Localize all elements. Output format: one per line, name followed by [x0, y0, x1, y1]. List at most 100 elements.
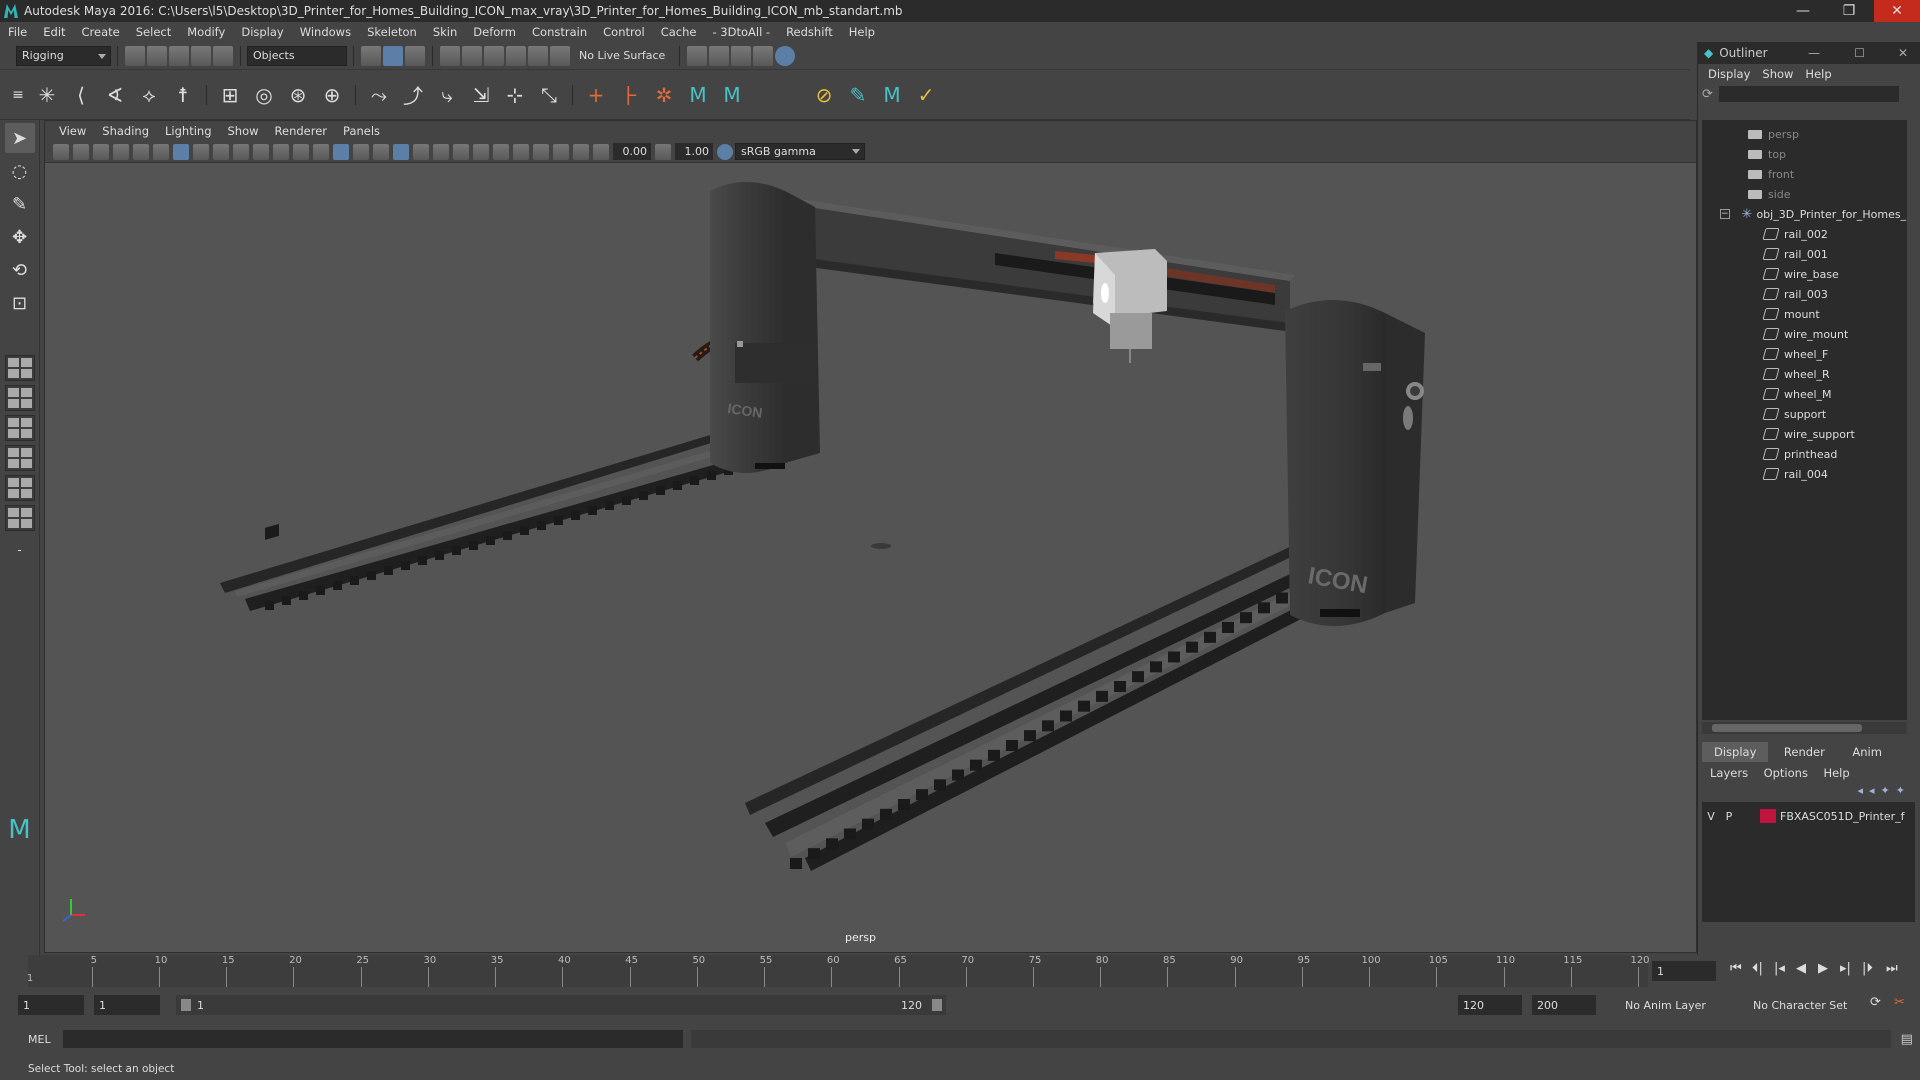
- menu-deform[interactable]: Deform: [465, 25, 524, 39]
- aim-constraint-icon[interactable]: ⤴: [400, 82, 426, 108]
- outliner-group-row[interactable]: − ✳ obj_3D_Printer_for_Homes_B: [1702, 204, 1907, 224]
- select-camera-icon[interactable]: [53, 143, 69, 160]
- camera-attributes-icon[interactable]: [73, 143, 89, 160]
- wireframe-on-shaded-icon[interactable]: [373, 143, 389, 160]
- default-material-icon[interactable]: [353, 143, 369, 160]
- outliner-item[interactable]: support: [1702, 404, 1907, 424]
- play-forward-icon[interactable]: ▶: [1818, 961, 1828, 976]
- menu-control[interactable]: Control: [595, 25, 653, 39]
- gamma-icon[interactable]: [655, 143, 671, 160]
- lasso-tool-icon[interactable]: ◌: [5, 156, 35, 186]
- layer-playback-toggle[interactable]: P: [1720, 810, 1738, 823]
- use-all-lights-icon[interactable]: [413, 143, 429, 160]
- outliner-camera-side[interactable]: side: [1702, 184, 1907, 204]
- layer-menu-layers[interactable]: Layers: [1704, 766, 1754, 780]
- range-start-handle[interactable]: [181, 999, 191, 1011]
- time-slider-ruler[interactable]: 5 10 15 20 25 30 35 40 45 50 55 60 65 70 75 80 85 90 95 100…: [28, 955, 1650, 987]
- viewport-panel[interactable]: View Shading Lighting Show Renderer Pane…: [44, 120, 1697, 953]
- layer-visibility-toggle[interactable]: V: [1702, 810, 1720, 823]
- menu-help[interactable]: Help: [841, 25, 883, 39]
- vp-menu-show[interactable]: Show: [220, 124, 267, 138]
- cluster-icon[interactable]: ⊕: [319, 82, 345, 108]
- grid-icon[interactable]: [173, 143, 189, 160]
- screen-space-ao-icon[interactable]: [453, 143, 469, 160]
- script-editor-icon[interactable]: ▤: [1901, 1032, 1913, 1047]
- save-scene-icon[interactable]: [169, 45, 189, 66]
- select-by-component-icon[interactable]: [405, 45, 425, 66]
- playback-start-field[interactable]: 1: [94, 995, 160, 1015]
- outliner-item[interactable]: wheel_M: [1702, 384, 1907, 404]
- select-tool-icon[interactable]: ➤: [4, 123, 35, 153]
- persp-graph-layout-icon[interactable]: [4, 445, 35, 471]
- snap-grid-icon[interactable]: [440, 45, 460, 66]
- outliner-tree[interactable]: persp top front side − ✳ obj_3D_Printer_…: [1702, 120, 1907, 720]
- anti-aliasing-icon[interactable]: [493, 143, 509, 160]
- go-to-start-icon[interactable]: ⏮: [1730, 961, 1742, 976]
- xray-joints-icon[interactable]: [553, 143, 569, 160]
- xray-icon[interactable]: [393, 143, 409, 160]
- outliner-item[interactable]: rail_002: [1702, 224, 1907, 244]
- exposure-icon[interactable]: [593, 143, 609, 160]
- step-back-frame-icon[interactable]: |◂: [1774, 961, 1785, 976]
- color-management-icon[interactable]: [717, 143, 733, 160]
- check-icon[interactable]: ✓: [913, 82, 939, 108]
- film-gate-icon[interactable]: [193, 143, 209, 160]
- menu-redshift[interactable]: Redshift: [778, 25, 841, 39]
- select-by-object-type-icon[interactable]: [383, 45, 403, 66]
- layer-color-swatch[interactable]: [1760, 809, 1776, 823]
- vp-menu-panels[interactable]: Panels: [335, 124, 388, 138]
- scene-3d-view[interactable]: ICON ICON: [45, 163, 1696, 952]
- rig-tool-c-icon[interactable]: M: [879, 82, 905, 108]
- menu-select[interactable]: Select: [128, 25, 179, 39]
- menu-create[interactable]: Create: [74, 25, 128, 39]
- collapse-toggle[interactable]: −: [1720, 209, 1730, 219]
- uv-editor-layout-icon[interactable]: [4, 505, 35, 531]
- cluster-handle-icon[interactable]: ⺊: [617, 82, 643, 108]
- render-view-icon[interactable]: [687, 45, 708, 66]
- scale-tool-icon[interactable]: ⊡: [5, 288, 35, 318]
- snap-curve-icon[interactable]: [462, 45, 482, 66]
- wireframe-icon[interactable]: [313, 143, 329, 160]
- menu-skeleton[interactable]: Skeleton: [359, 25, 425, 39]
- close-button[interactable]: ✕: [1874, 0, 1920, 22]
- ipr-render-icon[interactable]: [731, 45, 752, 66]
- exposure-field[interactable]: 0.00: [613, 143, 651, 160]
- create-joints-icon[interactable]: ✳: [34, 82, 60, 108]
- four-view-layout-icon[interactable]: [4, 385, 35, 411]
- hypershade-icon[interactable]: [775, 45, 796, 66]
- outliner-item[interactable]: wire_base: [1702, 264, 1907, 284]
- menu-cache[interactable]: Cache: [653, 25, 705, 39]
- bookmark-icon[interactable]: [93, 143, 109, 160]
- outliner-item[interactable]: rail_001: [1702, 244, 1907, 264]
- outliner-camera-top[interactable]: top: [1702, 144, 1907, 164]
- make-live-icon[interactable]: [550, 45, 570, 66]
- menu-edit[interactable]: Edit: [35, 25, 73, 39]
- command-input[interactable]: [62, 1030, 683, 1048]
- animation-preferences-icon[interactable]: ✂: [1894, 995, 1905, 1010]
- outliner-item[interactable]: wire_mount: [1702, 324, 1907, 344]
- rotate-tool-icon[interactable]: ⟲: [5, 255, 35, 285]
- safe-title-icon[interactable]: [293, 143, 309, 160]
- outliner-minimize-button[interactable]: —: [1808, 46, 1820, 60]
- restore-button[interactable]: ❐: [1826, 0, 1872, 22]
- step-forward-key-icon[interactable]: |⏵: [1862, 961, 1873, 976]
- layer-row[interactable]: V P FBXASC051D_Printer_f: [1702, 806, 1915, 826]
- hypershade-layout-icon[interactable]: [4, 475, 35, 501]
- character-set-dropdown[interactable]: No Character Set: [1748, 995, 1866, 1015]
- menu-3dtoall[interactable]: - 3DtoAll -: [704, 25, 778, 39]
- ik-solver-icon[interactable]: ✲: [651, 82, 677, 108]
- grease-pencil-icon[interactable]: [133, 143, 149, 160]
- persp-outliner-layout-icon[interactable]: [4, 415, 35, 441]
- outliner-item[interactable]: wire_support: [1702, 424, 1907, 444]
- menu-modify[interactable]: Modify: [179, 25, 233, 39]
- resolution-gate-icon[interactable]: [213, 143, 229, 160]
- image-plane-icon[interactable]: [113, 143, 129, 160]
- isolate-select-icon[interactable]: [533, 143, 549, 160]
- field-chart-icon[interactable]: [253, 143, 269, 160]
- outliner-item[interactable]: mount: [1702, 304, 1907, 324]
- open-scene-icon[interactable]: [147, 45, 167, 66]
- layer-menu-options[interactable]: Options: [1758, 766, 1814, 780]
- vp-menu-shading[interactable]: Shading: [94, 124, 157, 138]
- paint-weights-icon[interactable]: ◎: [251, 82, 277, 108]
- shadows-icon[interactable]: [433, 143, 449, 160]
